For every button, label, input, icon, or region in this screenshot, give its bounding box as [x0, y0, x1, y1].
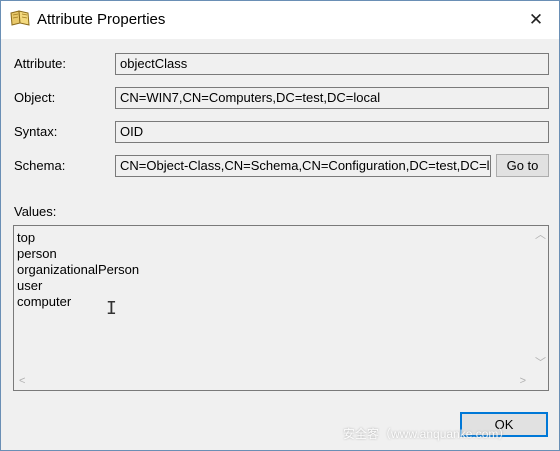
syntax-label: Syntax: — [14, 124, 58, 139]
list-item[interactable]: computer — [17, 294, 139, 310]
dialog-title: Attribute Properties — [37, 11, 166, 28]
book-icon — [10, 10, 30, 26]
vertical-scrollbar[interactable]: ︿ ﹀ — [531, 226, 548, 373]
object-label: Object: — [14, 90, 56, 105]
close-icon: ✕ — [528, 10, 544, 29]
scroll-right-icon[interactable]: > — [520, 376, 526, 387]
horizontal-scrollbar[interactable]: < > — [14, 373, 531, 390]
values-list: top person organizationalPerson user com… — [17, 230, 139, 310]
schema-field[interactable]: CN=Object-Class,CN=Schema,CN=Configurati… — [115, 155, 491, 177]
attribute-field[interactable]: objectClass — [115, 53, 549, 75]
list-item[interactable]: user — [17, 278, 139, 294]
list-item[interactable]: person — [17, 246, 139, 262]
scroll-left-icon[interactable]: < — [19, 376, 25, 387]
object-field[interactable]: CN=WIN7,CN=Computers,DC=test,DC=local — [115, 87, 549, 109]
values-listbox[interactable]: top person organizationalPerson user com… — [13, 225, 549, 391]
syntax-field[interactable]: OID — [115, 121, 549, 143]
scroll-down-icon[interactable]: ﹀ — [535, 358, 546, 369]
title-bar[interactable]: Attribute Properties ✕ — [1, 1, 559, 39]
go-to-button[interactable]: Go to — [496, 154, 549, 177]
watermark: 安全客（www.anquanke.com） — [343, 427, 511, 441]
attribute-properties-dialog: Attribute Properties ✕ Attribute: object… — [0, 0, 560, 451]
list-item[interactable]: organizationalPerson — [17, 262, 139, 278]
list-item[interactable]: top — [17, 230, 139, 246]
text-cursor-icon: I — [106, 298, 117, 319]
scrollbar-corner — [531, 373, 548, 390]
close-button[interactable]: ✕ — [513, 1, 559, 39]
values-label: Values: — [14, 204, 57, 219]
schema-label: Schema: — [14, 158, 66, 173]
attribute-label: Attribute: — [14, 56, 67, 71]
scroll-up-icon[interactable]: ︿ — [535, 230, 546, 241]
